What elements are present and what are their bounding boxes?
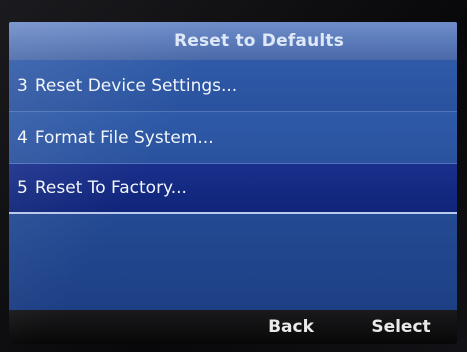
menu-item-label: Reset To Factory... bbox=[34, 178, 187, 198]
menu-item-label: Format File System... bbox=[34, 127, 214, 148]
menu-empty-area bbox=[9, 214, 457, 310]
softkey-bar: Back Select bbox=[9, 310, 457, 344]
phone-screen: Reset to Defaults 3 Reset Device Setting… bbox=[9, 22, 457, 344]
menu-item-reset-device-settings[interactable]: 3 Reset Device Settings... bbox=[9, 60, 457, 112]
screen-title: Reset to Defaults bbox=[173, 31, 345, 51]
menu-item-number: 5 bbox=[17, 178, 28, 198]
menu-item-format-file-system[interactable]: 4 Format File System... bbox=[9, 112, 457, 164]
screen-title-bar: Reset to Defaults bbox=[9, 22, 457, 60]
menu-item-label: Reset Device Settings... bbox=[34, 75, 238, 96]
back-softkey[interactable]: Back bbox=[241, 310, 341, 344]
softkey-1[interactable] bbox=[17, 310, 117, 344]
softkey-2[interactable] bbox=[129, 310, 229, 344]
menu-item-number: 3 bbox=[17, 75, 28, 96]
menu-item-number: 4 bbox=[17, 127, 28, 148]
menu-item-reset-to-factory[interactable]: 5 Reset To Factory... bbox=[9, 164, 457, 214]
reset-menu-list: 3 Reset Device Settings... 4 Format File… bbox=[9, 60, 457, 214]
select-softkey[interactable]: Select bbox=[349, 310, 453, 344]
